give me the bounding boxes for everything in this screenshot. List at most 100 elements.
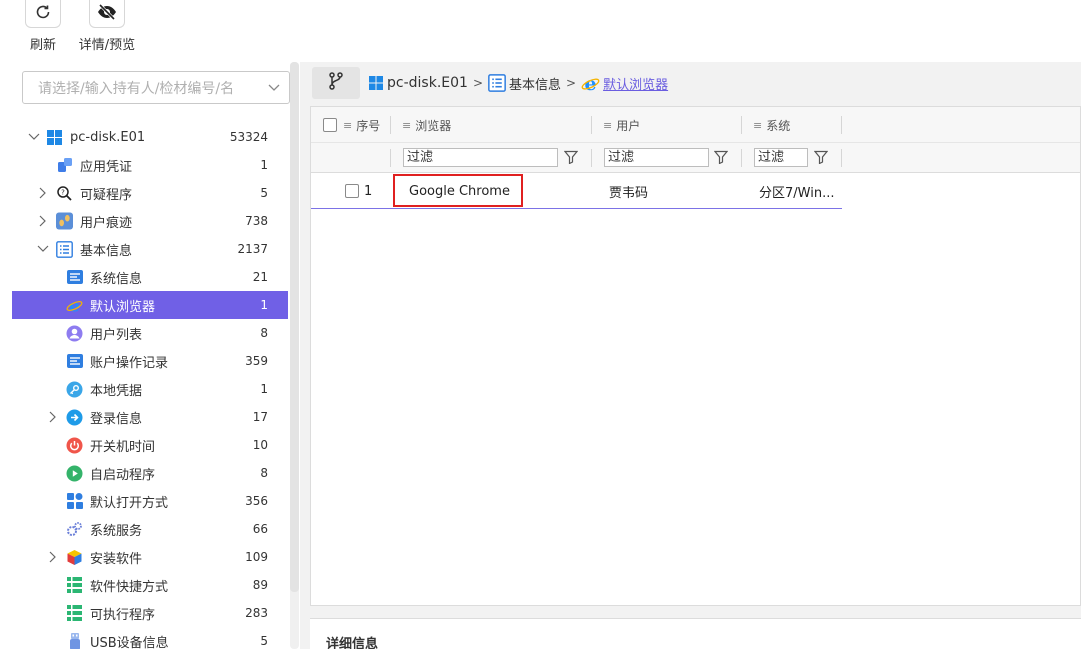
breadcrumb-item-basic-info[interactable]: 基本信息 (488, 74, 561, 93)
eye-off-icon (97, 3, 117, 24)
chevron-right-icon[interactable] (37, 187, 49, 199)
filter-icon[interactable] (813, 149, 829, 165)
tree-item-user-list[interactable]: 用户列表 8 (12, 319, 288, 347)
column-header-user[interactable]: ≡ 用户 (603, 107, 640, 143)
tree-item-default-open[interactable]: 默认打开方式 356 (12, 487, 288, 515)
row-browser[interactable]: Google Chrome (409, 173, 510, 209)
column-divider[interactable] (591, 116, 592, 134)
gears-icon (66, 521, 83, 538)
column-header-label: 浏览器 (415, 118, 452, 133)
tree-item-count: 738 (245, 214, 268, 228)
detail-panel: 详细信息 (310, 618, 1081, 649)
tree-item-account-log[interactable]: 账户操作记录 359 (12, 347, 288, 375)
tree-item-user-trace[interactable]: 用户痕迹 738 (12, 207, 288, 235)
tree-item-default-browser[interactable]: e 默认浏览器 1 (12, 291, 288, 319)
row-checkbox[interactable] (345, 184, 359, 198)
column-divider[interactable] (841, 116, 842, 134)
detail-title: 详细信息 (326, 637, 379, 649)
column-header-label: 序号 (356, 118, 381, 133)
column-header-browser[interactable]: ≡ 浏览器 (402, 107, 451, 143)
chevron-right-icon[interactable] (47, 551, 59, 563)
browser-filter-input[interactable]: 过滤 (403, 148, 558, 167)
breadcrumb-label: 默认浏览器 (603, 77, 669, 93)
select-all-checkbox-cell[interactable] (323, 107, 337, 143)
tree-scrollbar-thumb[interactable] (290, 62, 299, 592)
branch-toggle-button[interactable] (312, 67, 360, 99)
row-system[interactable]: 分区7/Win... (759, 173, 834, 209)
menu-icon[interactable]: ≡ (753, 119, 762, 132)
breadcrumb-item-default-browser[interactable]: e 默认浏览器 (581, 74, 668, 93)
tree-item-executables[interactable]: 可执行程序 283 (12, 599, 288, 627)
holder-search-input[interactable]: 请选择/输入持有人/检材编号/名 (22, 71, 290, 104)
menu-icon[interactable]: ≡ (402, 119, 411, 132)
column-divider (591, 149, 592, 167)
tree-item-power-time[interactable]: 开关机时间 10 (12, 431, 288, 459)
tree-item-autostart[interactable]: 自启动程序 8 (12, 459, 288, 487)
basic-info-icon (488, 74, 506, 92)
tree-item-app-credential[interactable]: 应用凭证 1 (12, 151, 288, 179)
chevron-right-icon[interactable] (47, 411, 59, 423)
ie-browser-icon: e (66, 297, 83, 314)
filter-icon[interactable] (713, 149, 729, 165)
row-checkbox-cell[interactable] (345, 173, 359, 209)
data-grid: ≡ 序号 ≡ 浏览器 ≡ 用户 ≡ 系统 过滤 过滤 过滤 1 Google Chrom… (310, 106, 1081, 606)
menu-icon[interactable]: ≡ (343, 119, 352, 132)
tree-item-count: 89 (252, 578, 268, 592)
table-row[interactable]: 1 Google Chrome 贾韦码 分区7/Win... (311, 173, 842, 209)
tree-item-local-credential[interactable]: 本地凭据 1 (12, 375, 288, 403)
tree-item-system-service[interactable]: 系统服务 66 (12, 515, 288, 543)
tree-item-label: 默认浏览器 (90, 299, 156, 315)
tree-item-label: 自启动程序 (90, 467, 156, 483)
tree-root-node[interactable]: pc-disk.E01 53324 (12, 123, 288, 151)
grid-filter-row: 过滤 过滤 过滤 (311, 143, 1080, 173)
tree-item-count: 109 (245, 550, 268, 564)
tree-item-system-info[interactable]: 系统信息 21 (12, 263, 288, 291)
tree-item-count: 1 (260, 158, 268, 172)
detail-preview-button[interactable]: 详情/预览 (75, 0, 139, 53)
chevron-down-icon[interactable] (259, 84, 289, 92)
key-icon (66, 381, 83, 398)
column-header-system[interactable]: ≡ 系统 (753, 107, 790, 143)
power-icon (66, 437, 83, 454)
refresh-label: 刷新 (29, 38, 56, 53)
chevron-down-icon[interactable] (37, 243, 49, 255)
select-all-checkbox[interactable] (323, 118, 337, 132)
tree-item-label: 可执行程序 (90, 607, 156, 623)
account-log-icon (66, 353, 83, 370)
column-divider (741, 149, 742, 167)
tree-item-count: 5 (260, 186, 268, 200)
tree-item-software-shortcuts[interactable]: 软件快捷方式 89 (12, 571, 288, 599)
breadcrumb-item-disk[interactable]: pc-disk.E01 (368, 75, 468, 91)
chevron-right-icon: > (472, 76, 483, 90)
tree-item-label: 系统服务 (90, 523, 143, 539)
tree-item-login-info[interactable]: 登录信息 17 (12, 403, 288, 431)
tree-scrollbar[interactable] (290, 62, 299, 649)
play-icon (66, 465, 83, 482)
tree-item-label: 基本信息 (80, 243, 133, 259)
column-header-index[interactable]: ≡ 序号 (343, 107, 380, 143)
chevron-right-icon[interactable] (37, 215, 49, 227)
breadcrumb-label: 基本信息 (509, 77, 562, 93)
tree-item-count: 17 (252, 410, 268, 424)
breadcrumb: pc-disk.E01 > 基本信息 > e 默认浏览器 (312, 66, 1081, 100)
grid-header: ≡ 序号 ≡ 浏览器 ≡ 用户 ≡ 系统 (311, 107, 1080, 143)
toolbar: 刷新 详情/预览 (0, 0, 1081, 62)
column-header-label: 系统 (766, 118, 791, 133)
tree-item-label: 可疑程序 (80, 187, 133, 203)
tree-item-label: 系统信息 (90, 271, 143, 287)
filter-icon[interactable] (563, 149, 579, 165)
tree-item-count: 8 (260, 326, 268, 340)
menu-icon[interactable]: ≡ (603, 119, 612, 132)
evidence-tree: pc-disk.E01 53324 应用凭证 1 ? 可疑程序 5 用户痕迹 7… (12, 123, 288, 649)
system-filter-input[interactable]: 过滤 (754, 148, 808, 167)
tree-item-installed-software[interactable]: 安装软件 109 (12, 543, 288, 571)
tree-item-basic-info[interactable]: 基本信息 2137 (12, 235, 288, 263)
column-divider[interactable] (390, 116, 391, 134)
tree-item-suspicious-program[interactable]: ? 可疑程序 5 (12, 179, 288, 207)
refresh-button[interactable]: 刷新 (25, 0, 61, 53)
row-user[interactable]: 贾韦码 (609, 173, 648, 209)
chevron-down-icon[interactable] (28, 131, 40, 143)
tree-item-usb-devices[interactable]: USB设备信息 5 (12, 627, 288, 649)
column-divider[interactable] (741, 116, 742, 134)
user-filter-input[interactable]: 过滤 (604, 148, 709, 167)
